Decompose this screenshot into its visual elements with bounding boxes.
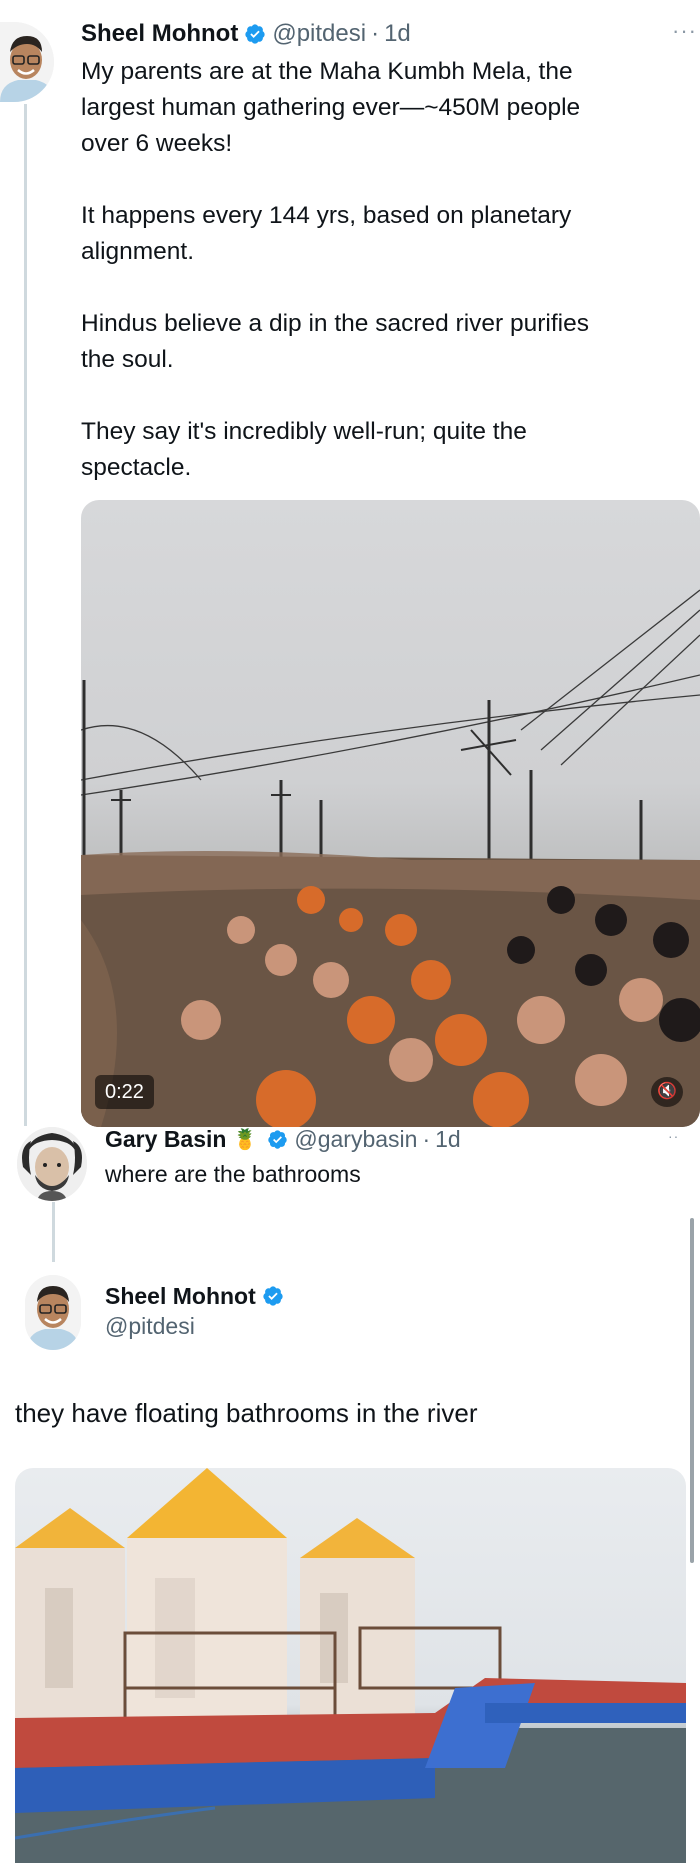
tweet-time[interactable]: 1d [384,20,411,48]
thread-line-mid [52,1202,55,1262]
tweet-paragraph: Hindus believe a dip in the sacred river… [81,306,696,378]
reply-header: Gary Basin 🍍 @garybasin · 1d [105,1124,461,1154]
text-line: My parents are at the Maha Kumbh Mela, t… [81,58,573,85]
pineapple-emoji: 🍍 [232,1128,258,1151]
author-name[interactable]: Sheel Mohnot [81,20,238,48]
more-options-icon[interactable]: ·· [668,1128,679,1144]
more-options-icon[interactable]: ··· [672,18,697,44]
text-line: They say it's incredibly well-run; quite… [81,418,527,445]
tweet-paragraph: It happens every 144 yrs, based on plane… [81,198,696,270]
text-line: largest human gathering ever—~450M peopl… [81,94,581,121]
thread-line-top [24,104,27,1126]
scrollbar-thumb[interactable] [690,1218,694,1563]
author-name[interactable]: Gary Basin [105,1126,226,1153]
author-handle[interactable]: @garybasin [294,1126,417,1153]
text-line: Hindus believe a dip in the sacred river… [81,310,589,337]
tweet1-header: Sheel Mohnot @pitdesi · 1d [81,18,411,50]
tweet2-text: they have floating bathrooms in the rive… [15,1398,478,1428]
tweet-paragraph: They say it's incredibly well-run; quite… [81,414,696,486]
text-line: over 6 weeks! [81,130,233,157]
separator-dot: · [422,1125,431,1152]
tweet2-header: Sheel Mohnot [105,1280,284,1312]
avatar-sheel[interactable] [25,1275,81,1350]
avatar-sheel[interactable] [0,22,54,102]
author-name[interactable]: Sheel Mohnot [105,1283,256,1310]
tweet-photo[interactable] [15,1468,686,1863]
tweet-video[interactable] [81,500,700,1127]
author-handle[interactable]: @pitdesi [105,1313,195,1340]
tweet-time[interactable]: 1d [435,1126,461,1153]
text-line: It happens every 144 yrs, based on plane… [81,202,572,229]
speaker-muted-icon[interactable]: 🔇 [651,1077,683,1107]
reply-text: where are the bathrooms [105,1161,361,1187]
tweet1-body: My parents are at the Maha Kumbh Mela, t… [81,54,696,486]
avatar-gary[interactable] [17,1127,87,1201]
separator-dot: · [371,20,380,47]
video-scene [81,589,700,1127]
text-line: spectacle. [81,454,192,481]
photo-scene [15,1468,686,1863]
verified-badge-icon [262,1285,284,1307]
text-line: the soul. [81,346,174,373]
tweet-paragraph: My parents are at the Maha Kumbh Mela, t… [81,54,696,162]
author-handle[interactable]: @pitdesi [272,20,366,48]
verified-badge-icon [267,1129,288,1150]
text-line: alignment. [81,238,195,265]
video-duration: 0:22 [95,1075,154,1109]
verified-badge-icon [244,23,266,45]
